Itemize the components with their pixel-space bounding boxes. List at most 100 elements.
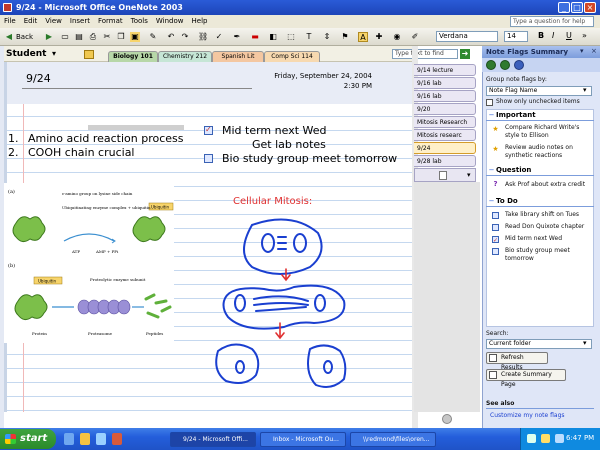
flag-item[interactable]: Ask Prof about extra credit	[505, 181, 592, 189]
section-tab-biology[interactable]: Biology 101	[108, 51, 158, 62]
outline-item[interactable]: Amino acid reaction process	[28, 132, 184, 145]
menu-insert[interactable]: Insert	[66, 17, 94, 25]
todo-checkbox-checked[interactable]: ✓	[492, 236, 499, 244]
taskbar-app-onenote[interactable]: 9/24 - Microsoft Offi...	[170, 432, 256, 447]
minimize-button[interactable]: _	[558, 2, 570, 13]
close-button[interactable]: ×	[584, 2, 596, 13]
page-tab[interactable]: 9/28 lab	[414, 155, 476, 167]
ubiquitin-diagram-image[interactable]: (a) (b) Ubiquitin Ubiquitin ε-amino grou…	[4, 183, 174, 343]
page-tab[interactable]: 9/16 lab	[414, 90, 476, 102]
folder-icon[interactable]	[84, 50, 94, 59]
tagged-note[interactable]: Mid term next Wed	[222, 124, 327, 137]
collapse-icon[interactable]: −	[488, 167, 495, 174]
page-tabs-scroll-icon[interactable]	[442, 414, 452, 424]
section-todo[interactable]: To Do	[486, 196, 594, 207]
open-icon[interactable]: ▤	[74, 32, 84, 42]
italic-icon[interactable]: I	[552, 31, 554, 40]
search-scope-select[interactable]: Current folder	[486, 339, 592, 349]
tagged-note[interactable]: Get lab notes	[252, 138, 326, 151]
show-unchecked-checkbox[interactable]	[486, 99, 493, 106]
customize-flags-link[interactable]: Customize my note flags	[490, 412, 565, 420]
page-tab[interactable]: Mitosis Research	[414, 116, 476, 128]
select-icon[interactable]: ⬚	[286, 32, 296, 42]
new-page-icon[interactable]: ▭	[60, 32, 70, 42]
page-tab[interactable]: 9/16 lab	[414, 77, 476, 89]
flag-item[interactable]: Bio study group meet tomorrow	[505, 247, 592, 263]
forward-icon[interactable]: ▶	[44, 32, 54, 42]
back-icon[interactable]: ◀	[4, 32, 14, 42]
create-summary-button[interactable]: Create Summary Page	[486, 369, 566, 388]
page-tab[interactable]: 9/14 lecture	[414, 64, 476, 76]
find-go-icon[interactable]: ➜	[460, 49, 470, 59]
menu-edit[interactable]: Edit	[20, 17, 42, 25]
todo-checkbox[interactable]	[492, 248, 499, 255]
scroll-down-icon[interactable]: ▾	[467, 171, 471, 179]
nav-back-icon[interactable]	[486, 60, 496, 70]
link-icon[interactable]: ⛓	[198, 32, 208, 42]
quicklaunch-app-icon[interactable]	[112, 433, 122, 445]
chevron-down-icon[interactable]: ▾	[583, 86, 587, 94]
collapse-icon[interactable]: −	[488, 198, 495, 205]
bold-icon[interactable]: B	[538, 31, 544, 40]
task-pane-menu-icon[interactable]: ▾	[580, 47, 584, 55]
mitosis-ink-drawing[interactable]	[210, 205, 410, 405]
chevron-down-icon[interactable]: ▾	[583, 339, 587, 347]
menu-format[interactable]: Format	[94, 17, 127, 25]
font-size-select[interactable]: 14	[504, 31, 528, 42]
notebook-name[interactable]: Student	[6, 49, 46, 60]
section-question[interactable]: Question	[486, 165, 594, 176]
task-pane-close-icon[interactable]: ×	[591, 47, 597, 55]
toolbar-options-icon[interactable]: »	[582, 31, 587, 40]
menu-file[interactable]: File	[0, 17, 20, 25]
tray-network-icon[interactable]	[527, 434, 536, 443]
flag-item[interactable]: Compare Richard Write's style to Ellison	[505, 124, 592, 140]
show-unchecked-label[interactable]: Show only unchecked items	[496, 98, 580, 106]
page-tab-active[interactable]: 9/24	[414, 142, 476, 154]
undo-icon[interactable]: ↶	[166, 32, 176, 42]
flag-item[interactable]: Review audio notes on synthetic reaction…	[505, 144, 592, 160]
pen-icon[interactable]: ✒	[232, 32, 242, 42]
new-page-icon[interactable]	[439, 171, 447, 180]
taskbar-app-explorer[interactable]: \\redmond\files\oren...	[350, 432, 436, 447]
help-search-input[interactable]: Type a question for help	[510, 16, 594, 27]
tray-volume-icon[interactable]	[541, 434, 550, 443]
section-important[interactable]: Important	[486, 110, 594, 121]
flag-item[interactable]: Take library shift on Tues	[505, 211, 592, 219]
maximize-button[interactable]: □	[571, 2, 583, 13]
insert-icon[interactable]: ✚	[374, 32, 384, 42]
todo-checkbox[interactable]	[492, 212, 499, 219]
menu-tools[interactable]: Tools	[127, 17, 152, 25]
todo-checkbox-checked[interactable]: ✓	[204, 125, 213, 135]
spell-icon[interactable]: ✓	[214, 32, 224, 42]
notebook-dropdown-icon[interactable]: ▾	[52, 49, 56, 58]
note-flag-icon[interactable]: ⚑	[340, 32, 350, 42]
print-icon[interactable]: ⎙	[88, 32, 98, 42]
page-tab[interactable]: Mitosis researc	[414, 129, 476, 141]
paste-icon[interactable]: ▣	[130, 32, 140, 42]
eraser-icon[interactable]: ◧	[268, 32, 278, 42]
outline-container-handle[interactable]	[88, 125, 184, 130]
recorder-icon[interactable]: ◉	[392, 32, 402, 42]
page-tab[interactable]: 9/20	[414, 103, 476, 115]
redo-icon[interactable]: ↷	[180, 32, 190, 42]
menu-window[interactable]: Window	[152, 17, 188, 25]
quicklaunch-desktop-icon[interactable]	[96, 433, 106, 445]
font-select[interactable]: Verdana	[436, 31, 498, 42]
todo-checkbox[interactable]	[492, 224, 499, 231]
taskbar-app-outlook[interactable]: Inbox - Microsoft Ou...	[260, 432, 346, 447]
group-by-select[interactable]: Note Flag Name	[486, 86, 592, 96]
menu-help[interactable]: Help	[188, 17, 212, 25]
find-input[interactable]: Type text to find	[392, 49, 458, 59]
section-tab-chemistry[interactable]: Chemistry 212	[158, 51, 212, 62]
menu-view[interactable]: View	[41, 17, 66, 25]
section-tab-spanish[interactable]: Spanish Lit	[212, 51, 264, 62]
collapse-icon[interactable]: −	[488, 112, 495, 119]
flag-item[interactable]: Mid term next Wed	[505, 235, 592, 243]
format-painter-icon[interactable]: ✎	[148, 32, 158, 42]
back-label[interactable]: Back	[16, 32, 33, 42]
copy-icon[interactable]: ❐	[116, 32, 126, 42]
underline-icon[interactable]: U	[566, 31, 572, 40]
quicklaunch-folder-icon[interactable]	[80, 433, 90, 445]
tagged-note[interactable]: Bio study group meet tomorrow	[222, 152, 410, 165]
highlighter-icon[interactable]: ▬	[250, 32, 260, 42]
